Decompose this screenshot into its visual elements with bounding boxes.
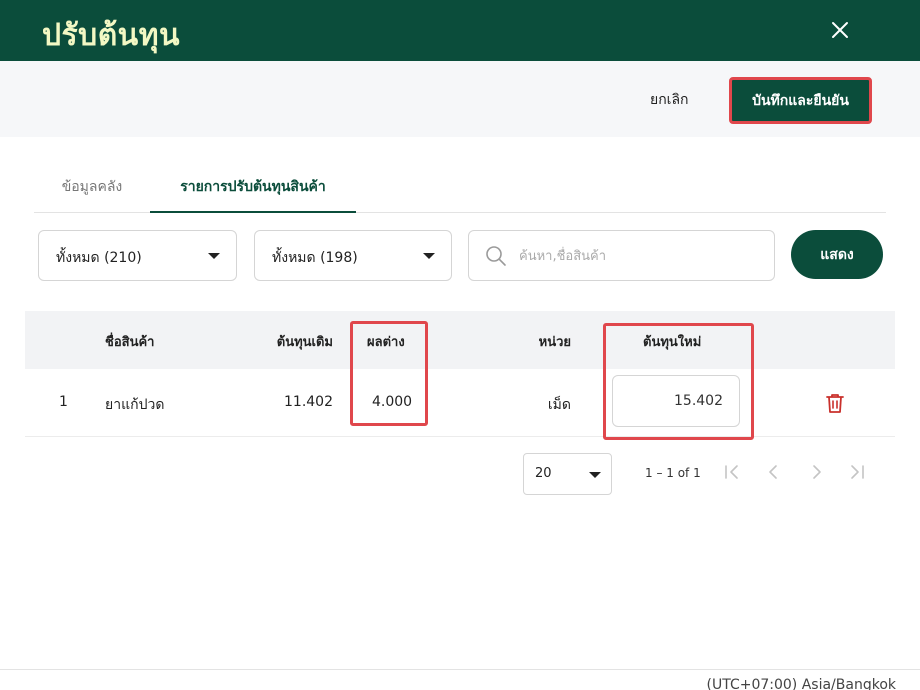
next-page-icon[interactable]: [806, 462, 826, 482]
footer-divider: [0, 669, 920, 670]
search-icon: [486, 246, 506, 266]
search-box: [468, 230, 775, 281]
row-difference: 4.000: [372, 394, 413, 410]
tab-inventory-info[interactable]: ข้อมูลคลัง: [34, 166, 150, 213]
pagination-range: 1 – 1 of 1: [645, 466, 701, 480]
dialog-header: ปรับต้นทุน: [0, 0, 920, 61]
first-page-icon[interactable]: [722, 462, 742, 482]
header-new-cost: ต้นทุนใหม่: [643, 335, 702, 350]
row-unit: เม็ด: [547, 397, 571, 413]
page-size-value: 20: [535, 466, 552, 481]
search-input[interactable]: [519, 243, 759, 269]
filter-select-2-value: ทั้งหมด (198): [272, 250, 358, 266]
header-product-name: ชื่อสินค้า: [105, 335, 155, 350]
caret-down-icon: [208, 253, 220, 259]
filter-select-1-value: ทั้งหมด (210): [56, 250, 142, 266]
new-cost-input[interactable]: [612, 375, 740, 427]
row-number: 1: [59, 394, 68, 410]
cancel-button[interactable]: ยกเลิก: [650, 89, 689, 111]
filter-select-1[interactable]: ทั้งหมด (210): [38, 230, 237, 281]
page-size-select[interactable]: 20: [523, 453, 612, 495]
table-row: 1 ยาแก้ปวด 11.402 4.000 เม็ด: [25, 369, 895, 437]
trash-icon[interactable]: [823, 391, 847, 415]
header-old-cost: ต้นทุนเดิม: [276, 335, 333, 350]
prev-page-icon[interactable]: [764, 462, 784, 482]
action-bar: ยกเลิก บันทึกและยืนยัน: [0, 61, 920, 137]
table-header: ชื่อสินค้า ต้นทุนเดิม ผลต่าง หน่วย ต้นทุ…: [25, 311, 895, 369]
row-product-name: ยาแก้ปวด: [105, 397, 165, 413]
tab-bar: ข้อมูลคลัง รายการปรับต้นทุนสินค้า: [34, 166, 886, 213]
save-confirm-button[interactable]: บันทึกและยืนยัน: [729, 77, 872, 124]
last-page-icon[interactable]: [847, 462, 867, 482]
filter-select-2[interactable]: ทั้งหมด (198): [254, 230, 452, 281]
dialog-title: ปรับต้นทุน: [42, 18, 180, 53]
show-button[interactable]: แสดง: [791, 230, 883, 279]
caret-down-icon: [423, 253, 435, 259]
timezone-label: (UTC+07:00) Asia/Bangkok: [706, 677, 897, 690]
header-unit: หน่วย: [538, 335, 571, 350]
close-icon[interactable]: [824, 14, 856, 46]
tab-cost-adjustment-list[interactable]: รายการปรับต้นทุนสินค้า: [150, 166, 356, 213]
row-old-cost: 11.402: [284, 394, 333, 410]
header-difference: ผลต่าง: [367, 335, 405, 350]
caret-down-icon: [589, 472, 601, 478]
